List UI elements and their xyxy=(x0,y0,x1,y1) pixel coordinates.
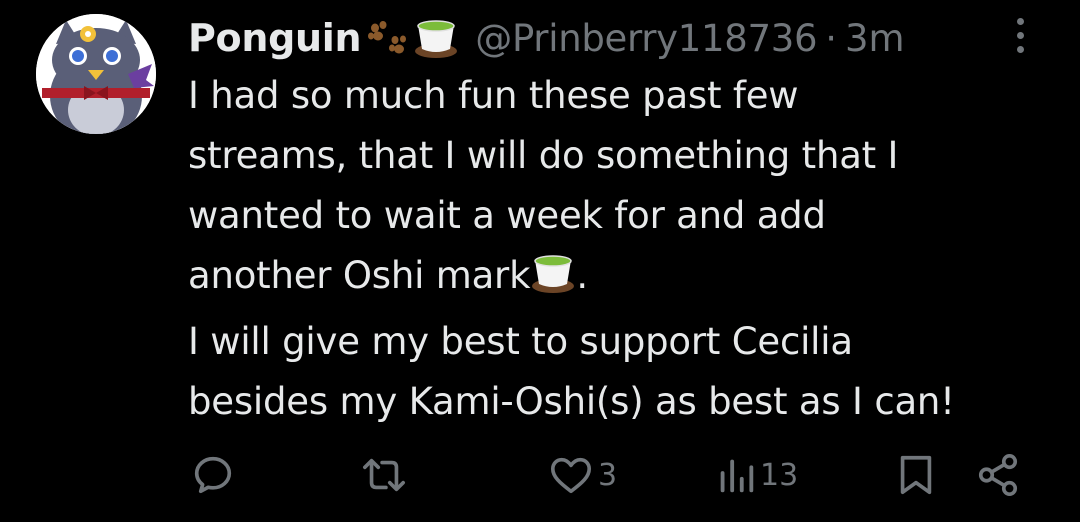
timestamp[interactable]: 3m xyxy=(845,17,905,60)
user-handle[interactable]: @Prinberry118736 xyxy=(475,17,817,60)
penguin-avatar-image xyxy=(36,14,156,134)
tweet-text-line: I will give my best to support Cecilia xyxy=(188,320,853,363)
views-button[interactable]: 13 xyxy=(716,452,798,498)
green-tea-emoji-icon xyxy=(530,252,576,312)
heart-icon xyxy=(550,457,592,494)
views-count: 13 xyxy=(760,457,799,493)
avatar[interactable] xyxy=(36,14,156,134)
tweet-header: Ponguin @Prinberry118736 · 3m xyxy=(188,10,905,66)
separator-dot: · xyxy=(825,16,837,60)
like-count: 3 xyxy=(598,457,618,493)
tweet-text-line: streams, that I will do something that I xyxy=(188,134,899,177)
display-name[interactable]: Ponguin xyxy=(188,16,362,60)
green-tea-emoji-icon xyxy=(413,17,459,59)
tweet-text-line: I had so much fun these past few xyxy=(188,74,799,117)
retweet-button[interactable] xyxy=(358,452,410,498)
reply-button[interactable] xyxy=(190,452,236,498)
tweet-text-line: another Oshi mark . xyxy=(188,246,1068,312)
share-button[interactable] xyxy=(974,452,1022,498)
bookmark-icon xyxy=(900,455,932,495)
retweet-icon xyxy=(363,458,405,492)
more-options-icon[interactable] xyxy=(1012,18,1028,60)
tweet-text-segment: . xyxy=(576,254,588,297)
share-icon xyxy=(978,454,1018,496)
like-button[interactable]: 3 xyxy=(548,452,617,498)
views-chart-icon xyxy=(720,459,754,493)
tweet-text-line: wanted to wait a week for and add xyxy=(188,194,826,237)
tweet-text-segment: another Oshi mark xyxy=(188,254,531,297)
action-bar: 3 13 xyxy=(0,444,1080,508)
paw-prints-emoji-icon xyxy=(365,20,409,56)
tweet: Ponguin @Prinberry118736 · 3m I had so m… xyxy=(0,0,1080,522)
reply-icon xyxy=(194,456,232,494)
tweet-text-line: besides my Kami-Oshi(s) as best as I can… xyxy=(188,380,955,423)
tweet-text: I had so much fun these past few streams… xyxy=(188,66,1068,432)
bookmark-button[interactable] xyxy=(894,452,938,498)
